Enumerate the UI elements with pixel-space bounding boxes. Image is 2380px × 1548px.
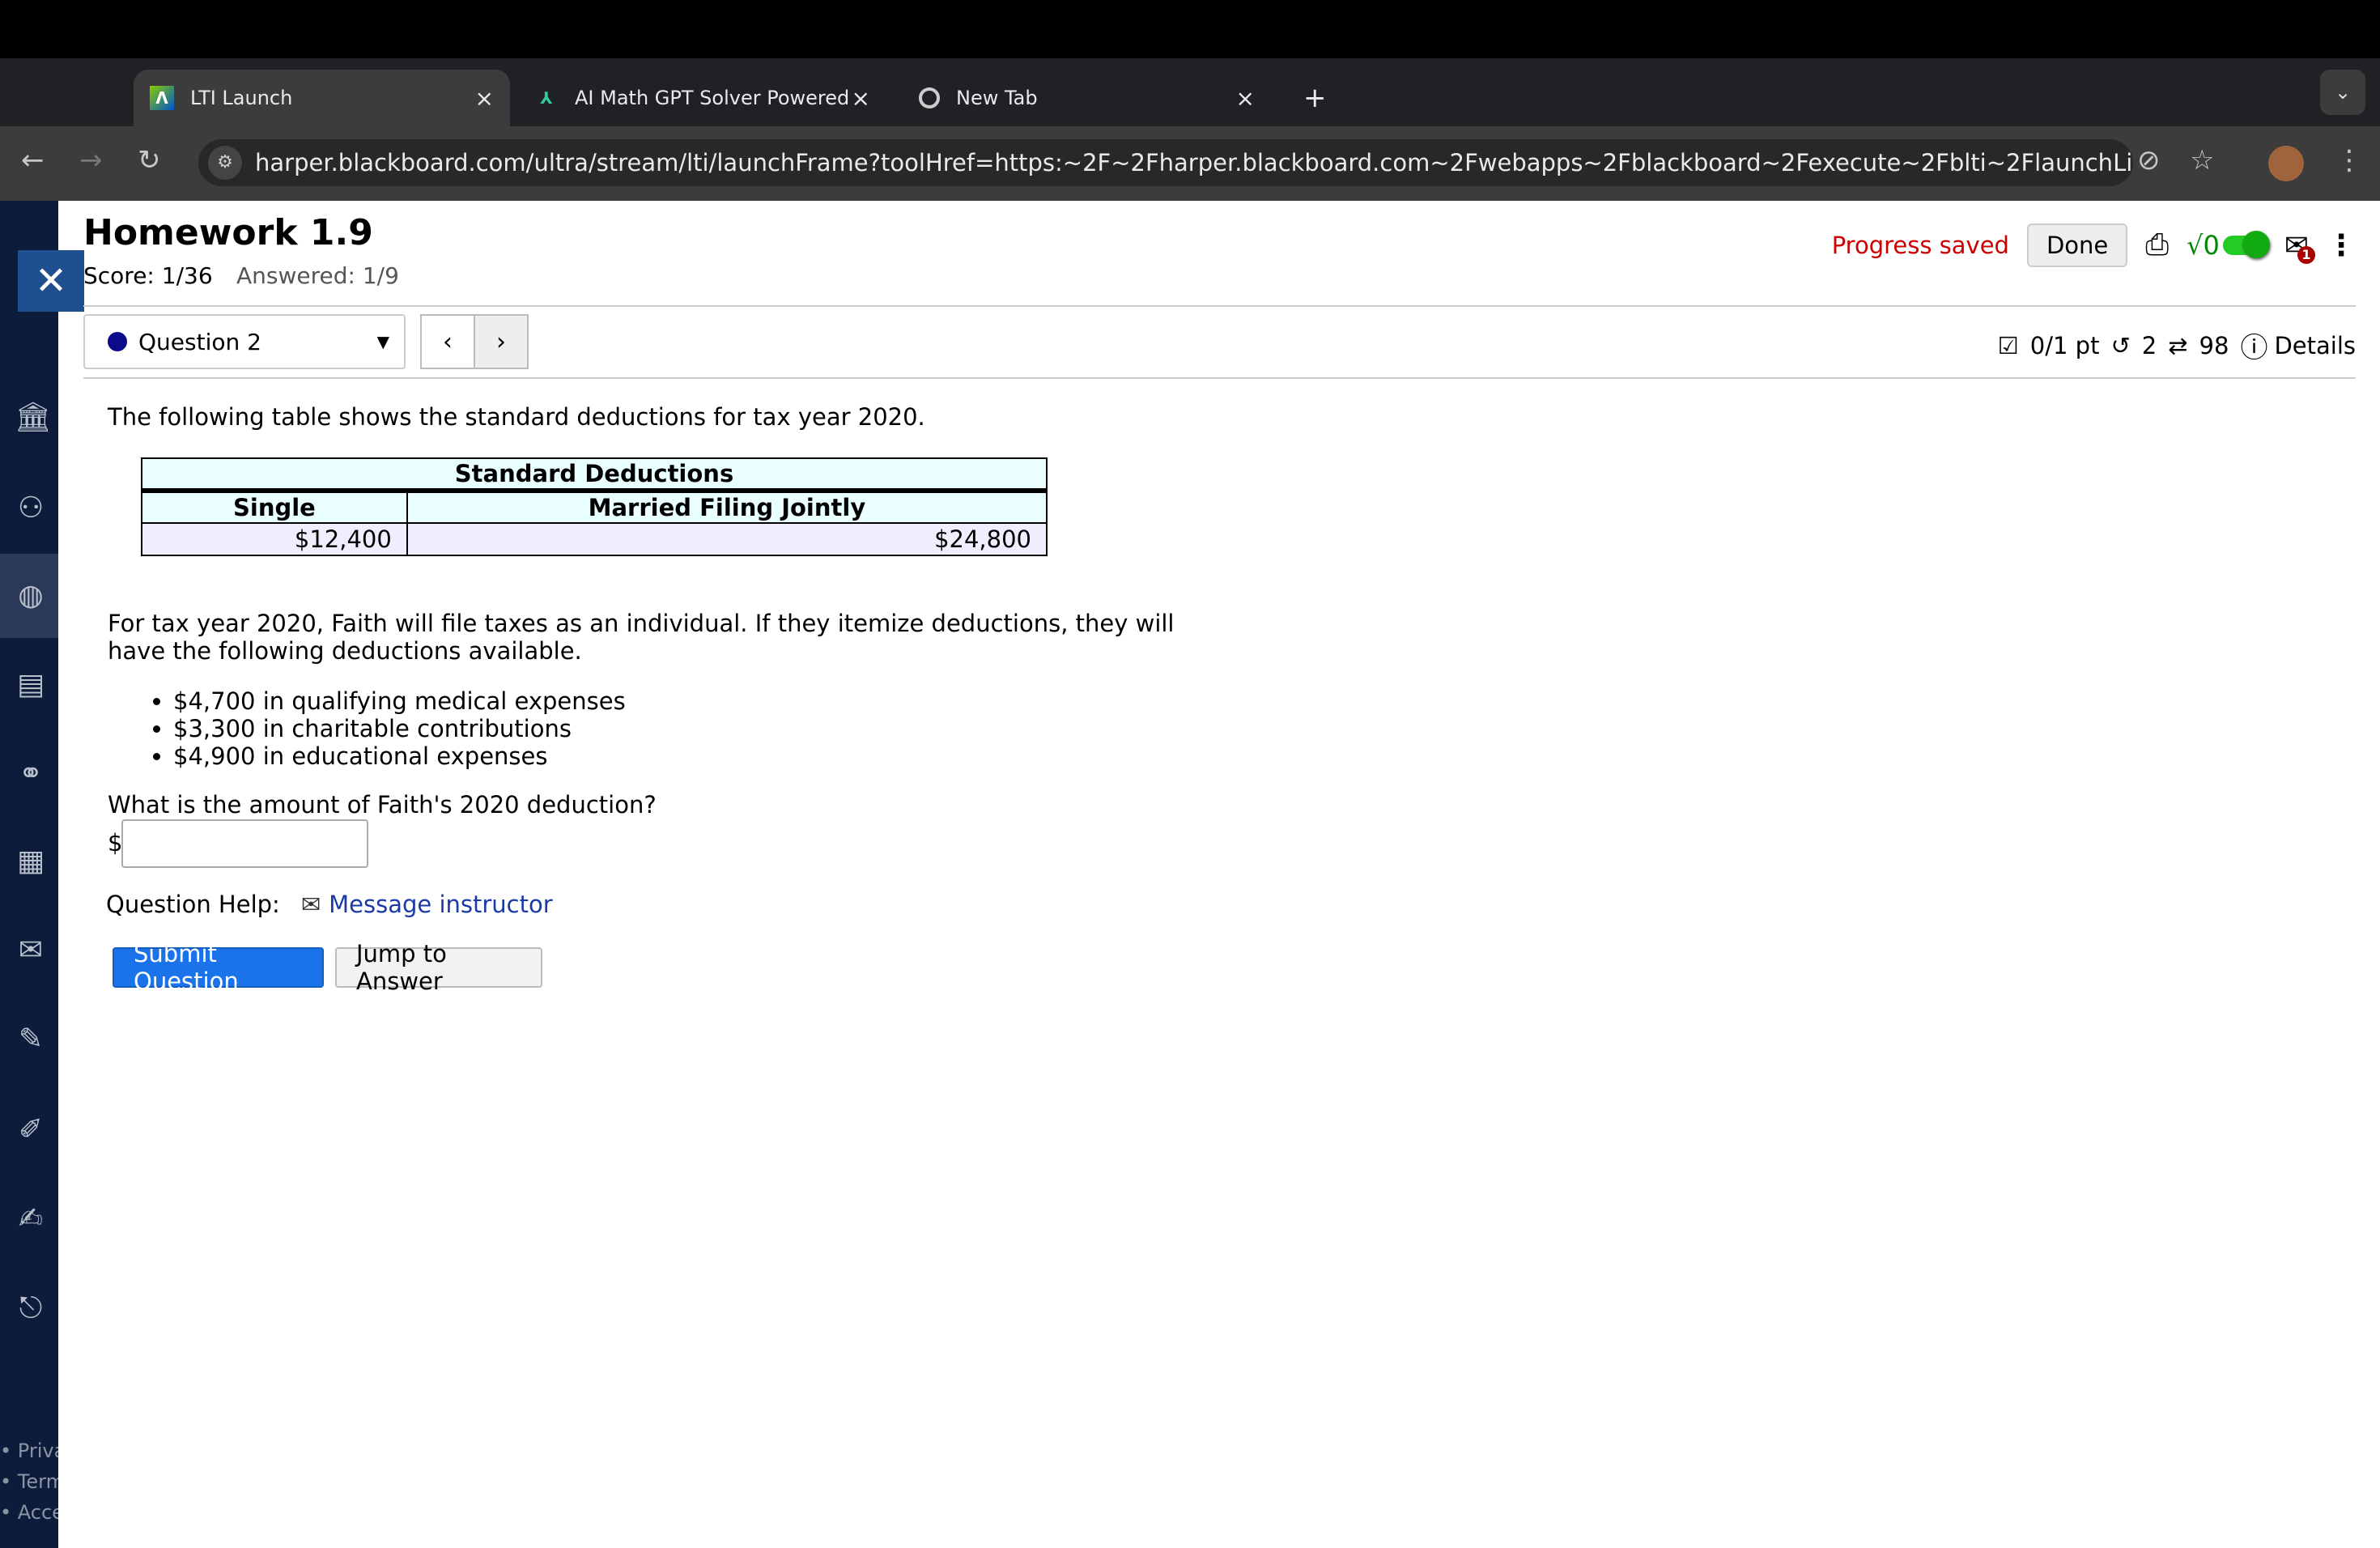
- chevron-left-icon: ‹: [443, 327, 453, 356]
- more-options-icon[interactable]: ⋮: [2327, 229, 2356, 262]
- table-header: Married Filing Jointly: [406, 490, 1048, 524]
- sign-out-icon[interactable]: ⎋: [15, 1292, 47, 1325]
- question-stats: ☑ 0/1 pt ↺ 2 ⇄ 98 ⓘ Details: [1998, 325, 2356, 365]
- done-button[interactable]: Done: [2026, 223, 2128, 267]
- edit-icon[interactable]: ✍: [15, 1203, 47, 1235]
- profile-icon[interactable]: ⚇: [15, 492, 47, 525]
- footer-privacy-link[interactable]: • Priva: [0, 1440, 58, 1462]
- deductions-list: $4,700 in qualifying medical expenses $3…: [173, 687, 626, 770]
- messages-icon[interactable]: ✉: [15, 934, 47, 967]
- next-question-button[interactable]: ›: [474, 314, 529, 369]
- jump-to-answer-button[interactable]: Jump to Answer: [335, 940, 542, 995]
- close-tab-icon[interactable]: ×: [475, 85, 494, 112]
- header-actions: Progress saved Done ⎙ √0 ✉ 1 ⋮: [1832, 223, 2356, 267]
- forward-icon[interactable]: →: [79, 144, 103, 176]
- tab-label: AI Math GPT Solver Powered: [575, 87, 850, 109]
- status-dot-icon: [108, 332, 127, 351]
- details-button[interactable]: ⓘ Details: [2240, 325, 2356, 365]
- score: Score: 1/36: [83, 262, 213, 289]
- back-icon[interactable]: ←: [21, 144, 45, 176]
- question-paragraph: For tax year 2020, Faith will file taxes…: [108, 610, 1175, 665]
- sidebar: 🏛 ⚇ ◍ ▤ ⚭ ▦ ✉ ✎ ✐ ✍ ⎋ • Priva • Term • A…: [0, 201, 58, 1548]
- divider: [83, 377, 2356, 379]
- footer-accessibility-link[interactable]: • Acce: [0, 1501, 58, 1524]
- close-button[interactable]: ✕: [18, 250, 84, 312]
- new-tab-button[interactable]: +: [1287, 70, 1343, 126]
- points: 0/1 pt: [2029, 331, 2100, 359]
- site-info-icon[interactable]: ⚙: [208, 146, 242, 180]
- reload-icon[interactable]: ↻: [138, 144, 161, 176]
- divider: [83, 305, 2356, 307]
- list-item: $3,300 in charitable contributions: [173, 715, 626, 742]
- retry-icon: ↺: [2110, 331, 2131, 359]
- answer-input[interactable]: [121, 819, 368, 868]
- info-icon: ⓘ: [2240, 332, 2268, 364]
- anthology-icon: Λ: [150, 86, 174, 110]
- chevron-right-icon: ›: [496, 327, 506, 356]
- caret-down-icon: ▼: [376, 332, 389, 351]
- groups-icon[interactable]: ⚭: [15, 758, 47, 790]
- previous-question-button[interactable]: ‹: [420, 314, 475, 369]
- avatar[interactable]: [2268, 146, 2304, 181]
- tab-label: LTI Launch: [190, 87, 293, 109]
- compass-icon: ⅄: [540, 88, 553, 108]
- question-intro: The following table shows the standard d…: [108, 403, 925, 431]
- table-cell: $24,800: [406, 522, 1048, 556]
- progress-status: Progress saved: [1831, 232, 2009, 259]
- chrome-icon: [919, 87, 940, 108]
- question-help: Question Help: ✉ Message instructor: [106, 891, 553, 918]
- envelope-icon: ✉: [300, 891, 321, 918]
- url-text: harper.blackboard.com/ultra/stream/lti/l…: [255, 149, 2133, 176]
- address-bar[interactable]: ⚙ harper.blackboard.com/ultra/stream/lti…: [198, 139, 2133, 186]
- page-title: Homework 1.9: [83, 212, 373, 253]
- institution-icon[interactable]: 🏛: [15, 402, 52, 434]
- list-item: $4,900 in educational expenses: [173, 742, 626, 770]
- print-icon[interactable]: ⎙: [2145, 228, 2169, 262]
- calendar-icon[interactable]: ▦: [15, 845, 47, 878]
- attempts: 98: [2199, 331, 2229, 359]
- table-cell: $12,400: [141, 522, 408, 556]
- mail-badge: 1: [2297, 245, 2315, 264]
- math-toggle[interactable]: √0: [2187, 230, 2270, 261]
- table-title: Standard Deductions: [141, 457, 1048, 493]
- tab-lti-launch[interactable]: Λ LTI Launch ×: [134, 70, 510, 126]
- star-icon[interactable]: ☆: [2190, 144, 2214, 176]
- question-select[interactable]: Question 2 ▼: [83, 314, 406, 369]
- sqrt-icon: √0: [2187, 230, 2220, 261]
- answered-count: Answered: 1/9: [236, 262, 399, 289]
- checkbox-icon: ☑: [1997, 331, 2019, 359]
- list-item: $4,700 in qualifying medical expenses: [173, 687, 626, 715]
- question-select-value: Question 2: [138, 328, 261, 355]
- close-tab-icon[interactable]: ×: [852, 85, 870, 112]
- close-tab-icon[interactable]: ×: [1236, 85, 1255, 112]
- retries: 2: [2141, 331, 2157, 359]
- standard-deductions-table: Standard Deductions Single Married Filing…: [141, 457, 1048, 556]
- top-bar: [0, 0, 2380, 58]
- tools-icon[interactable]: ✐: [15, 1114, 47, 1146]
- courses-icon[interactable]: ▤: [15, 669, 47, 701]
- close-icon: ✕: [34, 258, 68, 304]
- attempts-icon: ⇄: [2168, 331, 2188, 359]
- submit-question-button[interactable]: Submit Question: [113, 940, 324, 995]
- plus-icon: +: [1303, 82, 1327, 114]
- table-header: Single: [141, 490, 408, 524]
- footer-terms-link[interactable]: • Term: [0, 1470, 58, 1493]
- grades-icon[interactable]: ✎: [15, 1023, 47, 1056]
- tab-ai-math[interactable]: ⅄ AI Math GPT Solver Powered ×: [518, 70, 886, 126]
- currency-symbol: $: [108, 829, 123, 857]
- mail-icon[interactable]: ✉ 1: [2284, 229, 2315, 264]
- question-prompt: What is the amount of Faith's 2020 deduc…: [108, 791, 657, 819]
- more-icon[interactable]: ⋮: [2335, 144, 2363, 176]
- message-instructor-link[interactable]: ✉ Message instructor: [301, 891, 553, 918]
- tab-strip: Λ LTI Launch × ⅄ AI Math GPT Solver Powe…: [0, 58, 2380, 126]
- help-label: Question Help:: [106, 891, 280, 918]
- tab-search-button[interactable]: ⌄: [2320, 70, 2365, 115]
- tab-label: New Tab: [956, 87, 1038, 109]
- camera-off-icon[interactable]: ⊘: [2137, 144, 2161, 176]
- tab-new-tab[interactable]: New Tab ×: [903, 70, 1271, 126]
- globe-icon[interactable]: ◍: [15, 580, 47, 612]
